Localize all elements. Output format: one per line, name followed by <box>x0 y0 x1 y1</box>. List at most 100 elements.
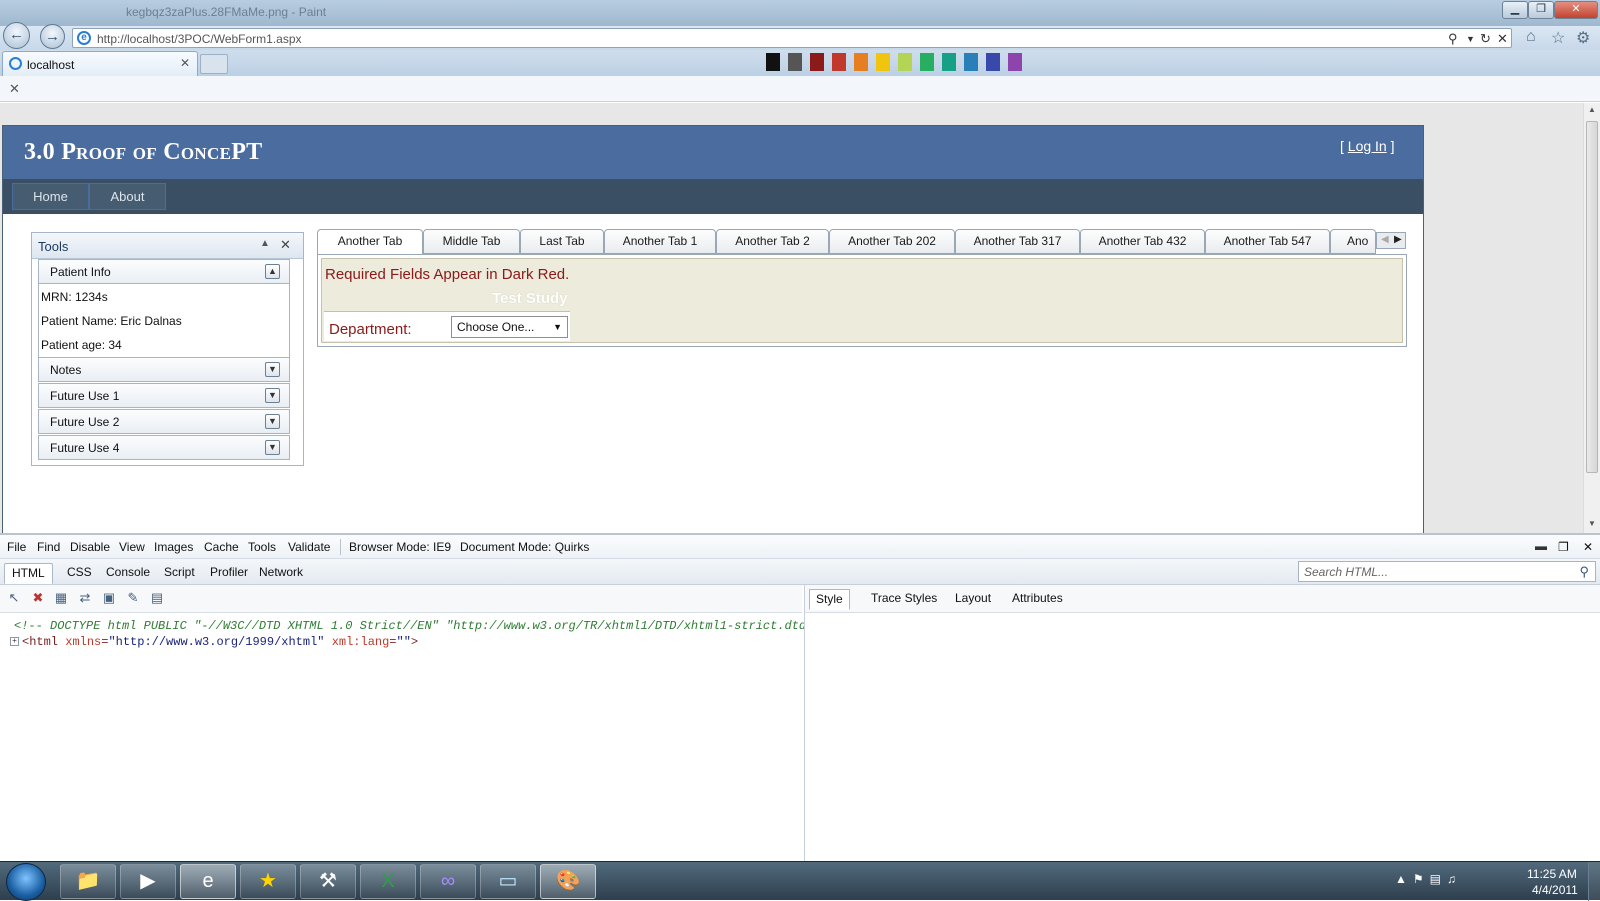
tab-overflow[interactable]: Ano <box>1330 229 1376 254</box>
refresh-icon[interactable]: ↻ <box>1480 31 1491 47</box>
tab-another-tab-547[interactable]: Another Tab 547 <box>1205 229 1330 254</box>
new-tab-button[interactable] <box>200 54 228 74</box>
accordion-future-use-2[interactable]: Future Use 2 ▼ <box>38 409 290 434</box>
internet-explorer-icon[interactable]: e <box>180 864 236 899</box>
dropdown-arrow-icon[interactable]: ▼ <box>553 317 562 337</box>
dropdown-arrow-icon[interactable]: ▼ <box>1466 34 1475 44</box>
browser-mode[interactable]: Browser Mode: IE9 <box>349 540 451 554</box>
chevron-up-icon[interactable]: ▲ <box>265 264 280 279</box>
notepad-icon[interactable]: ▭ <box>480 864 536 899</box>
clock-time[interactable]: 11:25 AM <box>1527 867 1577 881</box>
devtools-close-icon[interactable]: ✕ <box>1583 540 1593 554</box>
tab-another-tab-1[interactable]: Another Tab 1 <box>604 229 716 254</box>
close-panel-icon[interactable]: ✕ <box>280 237 291 253</box>
scroll-up-icon[interactable]: ▲ <box>1588 105 1596 114</box>
scrollbar-thumb[interactable] <box>1586 121 1598 473</box>
scroll-right-icon[interactable]: ▶ <box>1394 234 1402 245</box>
tab-html[interactable]: HTML <box>4 563 53 584</box>
maximize-button[interactable]: ❐ <box>1528 1 1554 19</box>
chevron-down-icon[interactable]: ▼ <box>265 388 280 403</box>
star-icon[interactable]: ☆ <box>1551 28 1565 48</box>
search-html-input[interactable]: Search HTML... ⚲ <box>1298 561 1596 582</box>
accordion-patient-info[interactable]: Patient Info ▲ <box>38 259 290 284</box>
expand-icon[interactable]: ▣ <box>101 590 117 606</box>
system-tray-icons[interactable]: ▲⚑▤♫ <box>1395 872 1462 886</box>
menu-item-about[interactable]: About <box>89 183 166 210</box>
accordion-notes[interactable]: Notes ▼ <box>38 357 290 382</box>
accordion-future-use-1[interactable]: Future Use 1 ▼ <box>38 383 290 408</box>
explorer-folder-icon[interactable]: 📁 <box>60 864 116 899</box>
media-player-icon[interactable]: ▶ <box>120 864 176 899</box>
browser-tab-localhost[interactable]: localhost ✕ <box>2 51 198 76</box>
devtools-menu-find[interactable]: Find <box>37 540 60 554</box>
login-link[interactable]: Log In <box>1348 138 1387 154</box>
tab-script[interactable]: Script <box>157 563 202 584</box>
devtools-menu-validate[interactable]: Validate <box>288 540 330 554</box>
gear-icon[interactable]: ⚙ <box>1576 28 1590 48</box>
aim-icon[interactable]: ★ <box>240 864 296 899</box>
expand-node-icon[interactable]: + <box>10 637 19 647</box>
edit-icon[interactable]: ✎ <box>125 590 141 606</box>
save-icon[interactable]: ▦ <box>53 590 69 606</box>
document-mode[interactable]: Document Mode: Quirks <box>460 540 589 554</box>
minimize-button[interactable]: ▁ <box>1502 1 1528 19</box>
tab-css[interactable]: CSS <box>60 563 99 584</box>
chevron-down-icon[interactable]: ▼ <box>265 414 280 429</box>
tab-another-tab-2[interactable]: Another Tab 2 <box>716 229 829 254</box>
stop-icon[interactable]: ✕ <box>1497 31 1508 47</box>
paint-icon[interactable]: 🎨 <box>540 864 596 899</box>
devtools-menu-view[interactable]: View <box>119 540 145 554</box>
select-element-icon[interactable]: ↖ <box>6 590 22 606</box>
scroll-left-icon[interactable]: ◀ <box>1381 234 1389 245</box>
show-desktop-button[interactable] <box>1588 862 1600 901</box>
menu-item-home[interactable]: Home <box>12 183 89 210</box>
home-icon[interactable]: ⌂ <box>1526 28 1536 46</box>
back-arrow-icon[interactable]: ← <box>3 22 30 49</box>
devtools-menu-tools[interactable]: Tools <box>248 540 276 554</box>
tab-attributes[interactable]: Attributes <box>1006 589 1069 610</box>
word-wrap-icon[interactable]: ▤ <box>149 590 165 606</box>
search-icon[interactable]: ⚲ <box>1579 564 1589 580</box>
forward-arrow-icon[interactable]: → <box>40 24 65 49</box>
tab-profiler[interactable]: Profiler <box>203 563 255 584</box>
collapse-panel-icon[interactable]: ▲ <box>260 238 270 249</box>
chevron-down-icon[interactable]: ▼ <box>265 362 280 377</box>
page-scrollbar[interactable]: ▲ ▼ <box>1583 103 1600 533</box>
address-bar[interactable]: e http://localhost/3POC/WebForm1.aspx ⚲ … <box>72 28 1512 48</box>
close-infobar-icon[interactable]: ✕ <box>9 81 20 97</box>
doctype-comment[interactable]: <!-- DOCTYPE html PUBLIC "-//W3C//DTD XH… <box>14 619 813 633</box>
tools-app-icon[interactable]: ⚒ <box>300 864 356 899</box>
tab-another-tab-317[interactable]: Another Tab 317 <box>955 229 1080 254</box>
tab-another-tab-432[interactable]: Another Tab 432 <box>1080 229 1205 254</box>
refresh-icon[interactable]: ⇄ <box>77 590 93 606</box>
clock-date[interactable]: 4/4/2011 <box>1532 883 1578 897</box>
devtools-menu-file[interactable]: File <box>7 540 26 554</box>
devtools-popout-icon[interactable]: ❐ <box>1558 540 1569 554</box>
start-button[interactable] <box>6 863 46 901</box>
devtools-menu-images[interactable]: Images <box>154 540 193 554</box>
close-tab-icon[interactable]: ✕ <box>180 56 190 70</box>
chevron-down-icon[interactable]: ▼ <box>265 440 280 455</box>
tab-console[interactable]: Console <box>99 563 157 584</box>
excel-icon[interactable]: X <box>360 864 416 899</box>
search-icon[interactable]: ⚲ <box>1448 31 1458 47</box>
tab-trace-styles[interactable]: Trace Styles <box>865 589 943 610</box>
devtools-minimize-icon[interactable]: ▬ <box>1535 539 1547 553</box>
close-window-button[interactable]: ✕ <box>1554 1 1598 19</box>
tab-another-tab-202[interactable]: Another Tab 202 <box>829 229 955 254</box>
html-node[interactable]: + <html xmlns = "http://www.w3.org/1999/xht… <box>10 635 418 649</box>
scroll-down-icon[interactable]: ▼ <box>1588 519 1596 528</box>
department-select[interactable]: Choose One... ▼ <box>451 316 568 338</box>
tab-middle-tab[interactable]: Middle Tab <box>423 229 520 254</box>
address-url[interactable]: http://localhost/3POC/WebForm1.aspx <box>97 32 302 46</box>
tab-network[interactable]: Network <box>252 563 310 584</box>
visual-studio-icon[interactable]: ∞ <box>420 864 476 899</box>
clear-icon[interactable]: ✖ <box>30 590 46 606</box>
devtools-menu-disable[interactable]: Disable <box>70 540 110 554</box>
tab-last-tab[interactable]: Last Tab <box>520 229 604 254</box>
accordion-future-use-4[interactable]: Future Use 4 ▼ <box>38 435 290 460</box>
tab-layout[interactable]: Layout <box>949 589 997 610</box>
tab-another-tab[interactable]: Another Tab <box>317 229 423 254</box>
tab-style[interactable]: Style <box>809 589 850 610</box>
devtools-menu-cache[interactable]: Cache <box>204 540 239 554</box>
